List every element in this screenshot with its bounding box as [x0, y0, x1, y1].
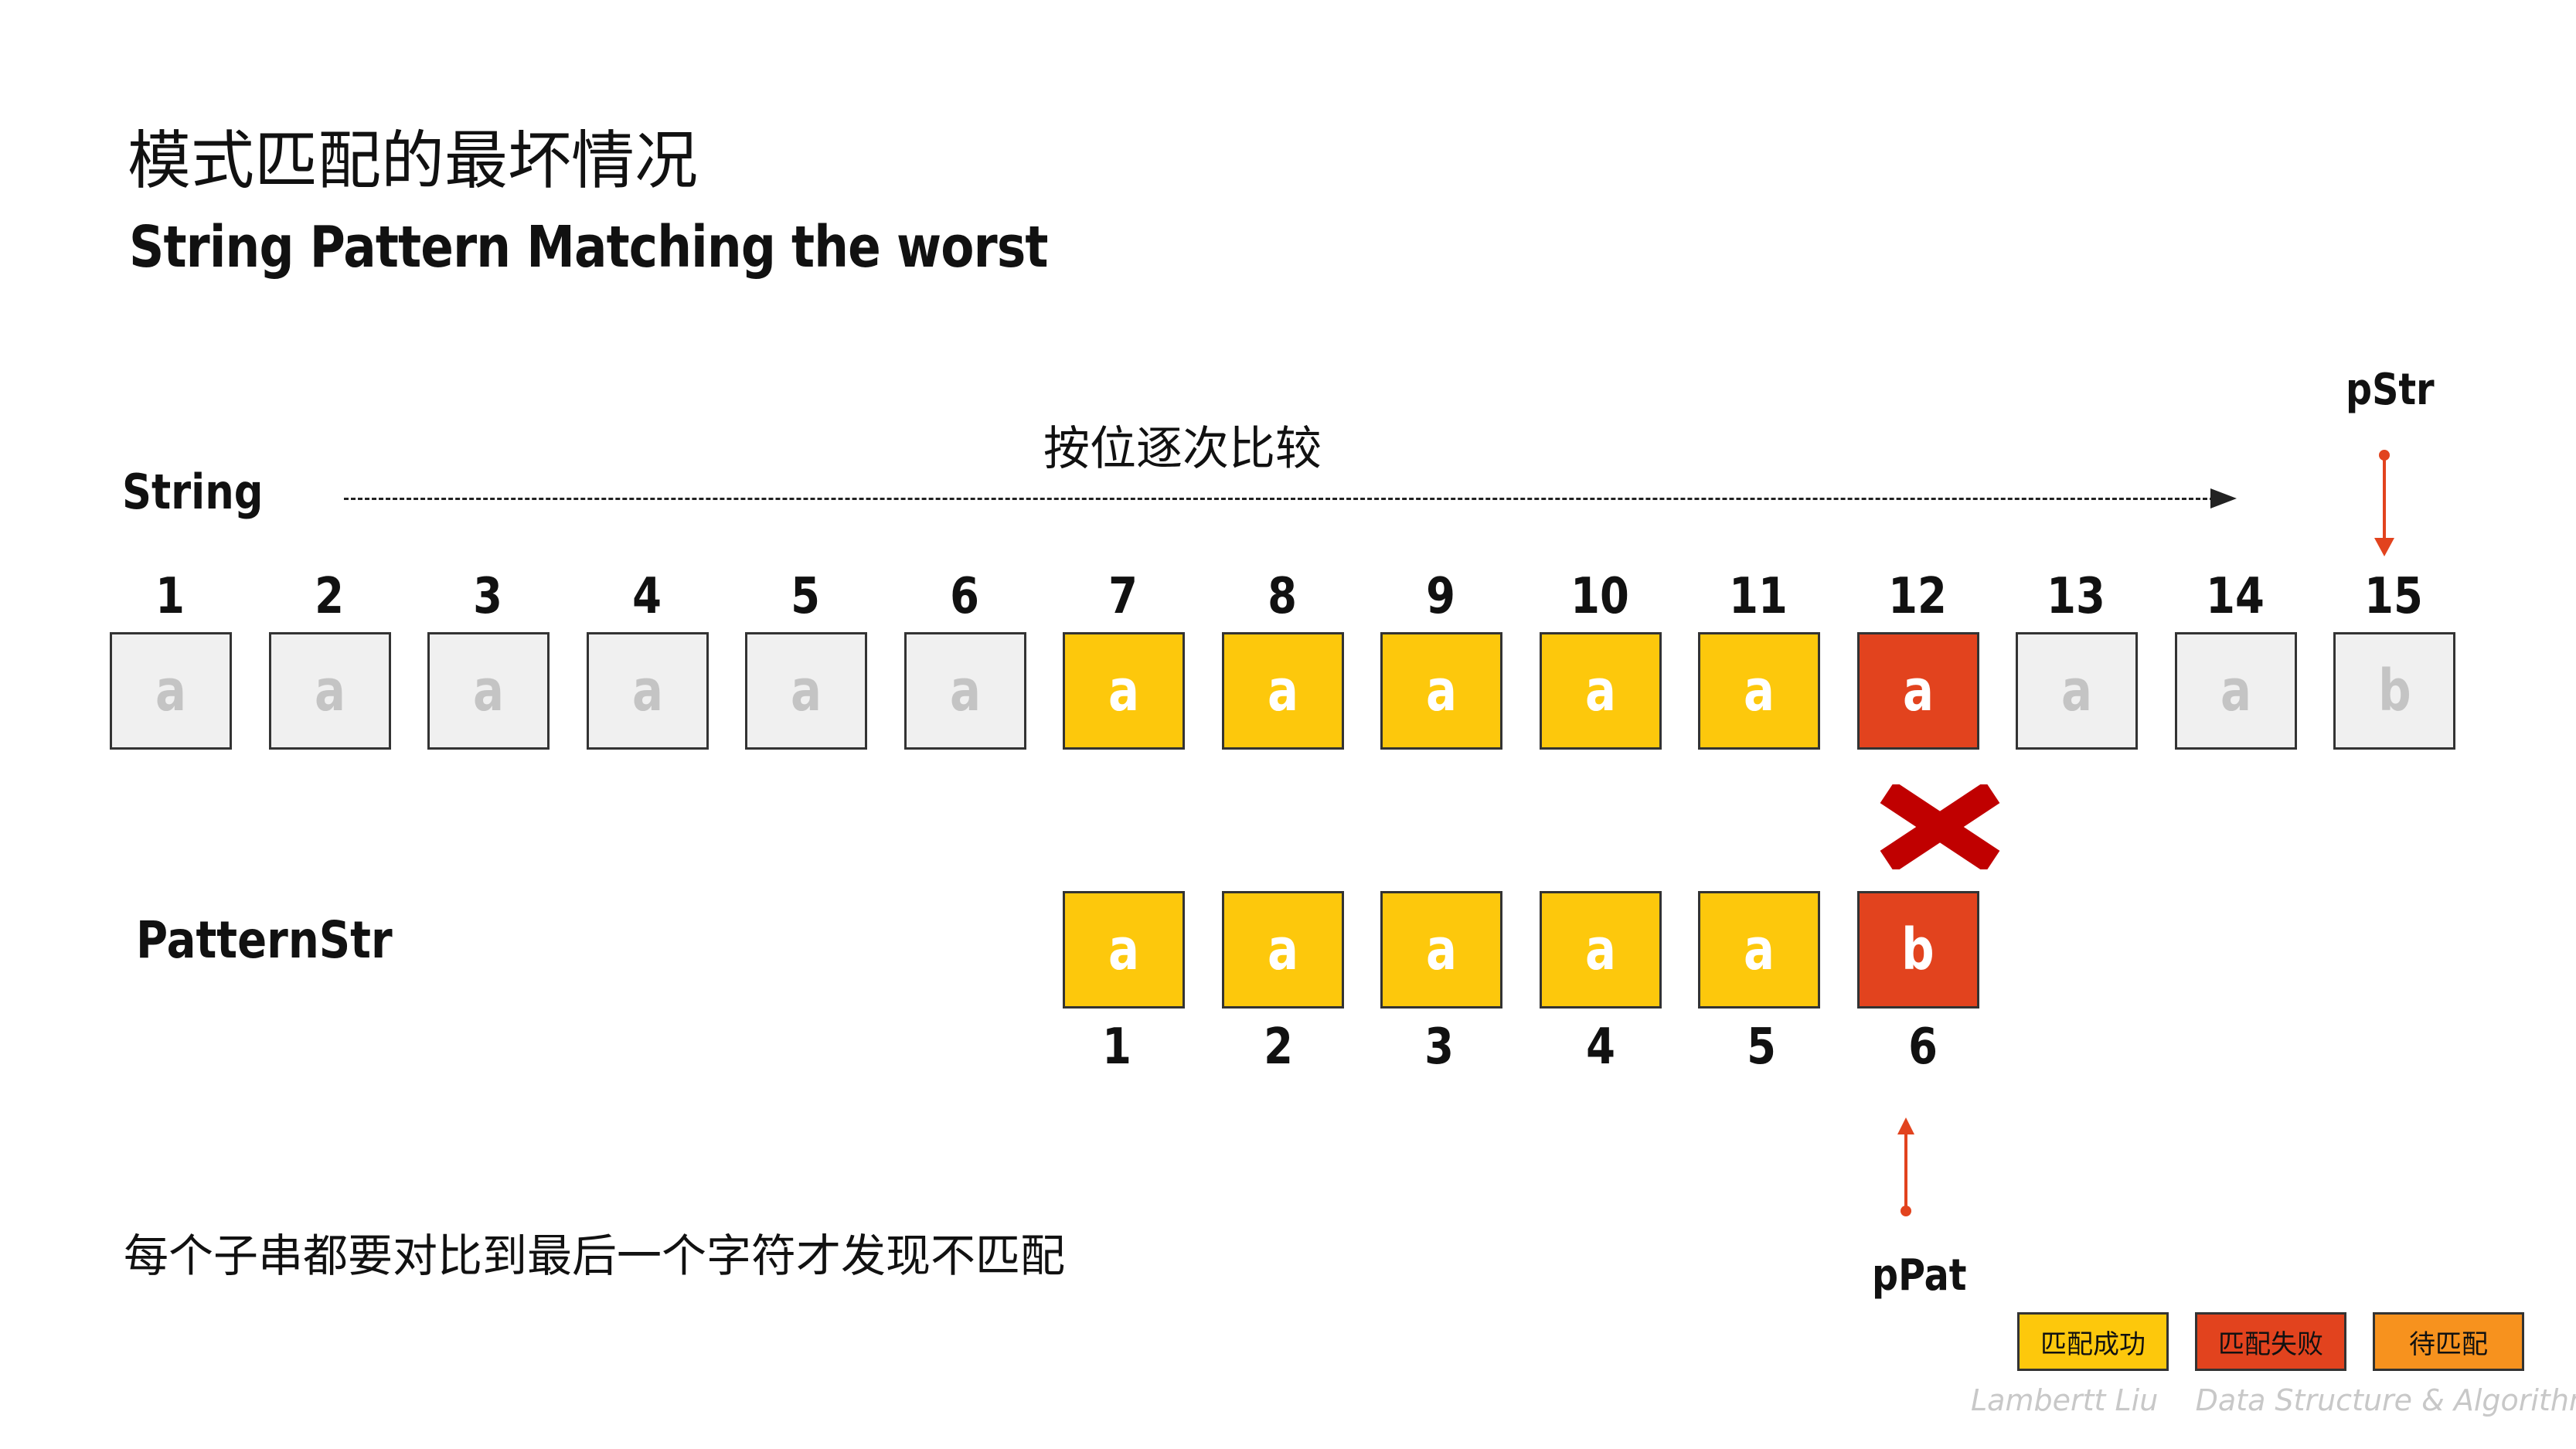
pattern-cell: a — [1221, 891, 1344, 1009]
string-index: 9 — [1426, 568, 1455, 625]
string-char: a — [949, 658, 981, 724]
pattern-index: 5 — [1747, 1019, 1776, 1076]
scan-direction-line — [344, 498, 2214, 500]
string-char: a — [1584, 658, 1616, 724]
title-english: String Pattern Matching the worst — [129, 214, 1048, 281]
string-index: 6 — [949, 568, 979, 625]
string-label: String — [122, 464, 264, 520]
string-index: 8 — [1267, 568, 1297, 625]
string-char: a — [314, 658, 345, 724]
string-cell: a — [903, 632, 1026, 750]
string-cell: a — [586, 632, 709, 750]
string-cell: a — [427, 632, 550, 750]
string-index: 7 — [1108, 568, 1138, 625]
pattern-index: 6 — [1907, 1019, 1938, 1076]
string-cell: a — [1539, 632, 1662, 750]
string-char: a — [2220, 658, 2251, 724]
string-char: a — [631, 658, 663, 724]
pattern-cell: a — [1380, 891, 1502, 1009]
pattern-index: 2 — [1263, 1019, 1293, 1076]
string-cell: a — [1856, 632, 1979, 750]
ppat-pointer-dot — [1901, 1206, 1911, 1216]
string-index: 5 — [791, 568, 820, 625]
string-cell: a — [2016, 632, 2138, 750]
pattern-cell: a — [1539, 891, 1662, 1009]
pstr-label: pStr — [2346, 365, 2435, 415]
mismatch-cross-icon — [1870, 781, 2009, 873]
pattern-char: a — [1108, 917, 1139, 983]
string-index: 15 — [2364, 568, 2423, 625]
pattern-cell: b — [1856, 891, 1979, 1009]
title-chinese: 模式匹配的最坏情况 — [128, 124, 699, 198]
pattern-char: b — [1901, 917, 1935, 983]
string-cell: a — [268, 632, 391, 750]
string-index: 12 — [1887, 568, 1947, 625]
string-index: 13 — [2047, 568, 2105, 625]
footer-course: Data Structure & Algorithm — [2195, 1383, 2576, 1417]
string-char: a — [473, 658, 504, 724]
string-char: a — [1267, 658, 1298, 724]
string-cell: a — [110, 632, 232, 750]
string-cell: a — [745, 632, 867, 750]
pattern-char: a — [1744, 917, 1775, 983]
string-index: 2 — [314, 568, 344, 625]
legend-fail: 匹配失败 — [2195, 1312, 2346, 1371]
string-index: 3 — [473, 568, 502, 625]
pstr-arrowhead-icon — [2374, 538, 2394, 556]
string-char: a — [155, 658, 186, 724]
string-char: a — [1108, 658, 1139, 724]
pstr-pointer-line — [2383, 456, 2386, 539]
pattern-cell: a — [1698, 891, 1820, 1009]
string-cell: a — [1063, 632, 1185, 750]
string-char: b — [2377, 658, 2411, 724]
pattern-index: 4 — [1585, 1019, 1615, 1076]
string-char: a — [2061, 658, 2092, 724]
string-cell: a — [1380, 632, 1502, 750]
pattern-char: a — [1267, 917, 1298, 983]
ppat-label: pPat — [1872, 1250, 1967, 1301]
string-cell: a — [1221, 632, 1344, 750]
string-cell: a — [2174, 632, 2297, 750]
pattern-index: 1 — [1102, 1019, 1131, 1076]
scan-direction-arrowhead — [2210, 488, 2237, 509]
footnote-text: 每个子串都要对比到最后一个字符才发现不匹配 — [124, 1230, 1066, 1282]
string-index: 4 — [631, 568, 662, 625]
legend-match: 匹配成功 — [2017, 1312, 2169, 1371]
ppat-arrowhead-icon — [1897, 1117, 1914, 1134]
string-cell: a — [1698, 632, 1820, 750]
string-index: 1 — [155, 568, 185, 625]
pattern-index: 3 — [1424, 1019, 1454, 1076]
compare-caption: 按位逐次比较 — [1043, 422, 1322, 476]
string-char: a — [1902, 658, 1934, 724]
pattern-label: PatternStr — [136, 910, 393, 970]
footer-credit: Lambertt Liu Data Structure & Algorithm — [1971, 1383, 2576, 1417]
footer-author: Lambertt Liu — [1971, 1383, 2159, 1417]
string-char: a — [1426, 658, 1457, 724]
pattern-char: a — [1584, 917, 1616, 983]
string-index: 10 — [1570, 568, 1629, 625]
ppat-pointer-line — [1904, 1133, 1907, 1210]
pattern-char: a — [1426, 917, 1457, 983]
pattern-cell: a — [1063, 891, 1185, 1009]
string-index: 14 — [2205, 568, 2265, 625]
string-cell: b — [2333, 632, 2455, 750]
string-char: a — [791, 658, 822, 724]
legend-pending: 待匹配 — [2373, 1312, 2524, 1371]
string-char: a — [1744, 658, 1775, 724]
string-index: 11 — [1729, 568, 1788, 625]
